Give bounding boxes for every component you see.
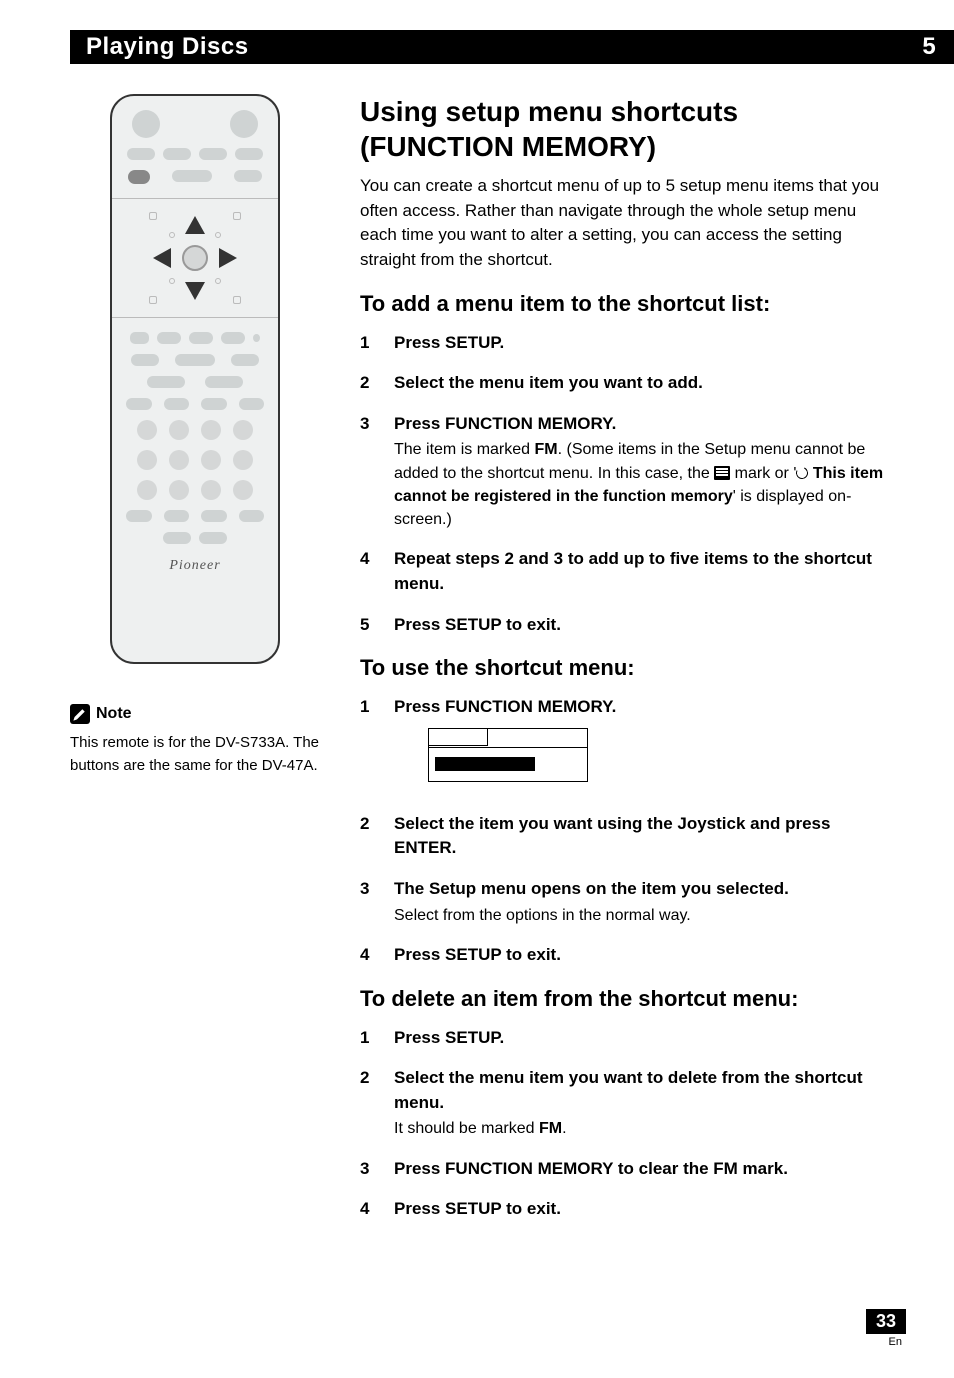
- chapter-title: Playing Discs: [70, 33, 874, 61]
- remote-button: [239, 398, 265, 410]
- remote-button: [169, 450, 189, 470]
- remote-button: [127, 148, 155, 160]
- remote-button: [131, 354, 159, 366]
- remote-button: [126, 398, 152, 410]
- arrow-down-icon: [185, 282, 205, 300]
- remote-button: [132, 110, 160, 138]
- steps-use: 1 Press FUNCTION MEMORY. 2 Select the it…: [360, 695, 884, 967]
- remote-button: [130, 332, 149, 344]
- remote-led: [253, 334, 260, 342]
- remote-button: [126, 510, 152, 522]
- remote-button: [164, 398, 190, 410]
- steps-delete: 1 Press SETUP. 2 Select the menu item yo…: [360, 1026, 884, 1222]
- remote-button: [169, 420, 189, 440]
- remote-button: [137, 420, 157, 440]
- pencil-icon: [70, 704, 90, 724]
- remote-button: [164, 510, 190, 522]
- note-block: Note This remote is for the DV-S733A. Th…: [70, 704, 320, 777]
- remote-button: [233, 480, 253, 500]
- subsection-title-use: To use the shortcut menu:: [360, 655, 884, 681]
- remote-button: [172, 170, 212, 182]
- remote-button: [201, 480, 221, 500]
- remote-button: [163, 148, 191, 160]
- remote-button: [201, 398, 227, 410]
- remote-button: [137, 480, 157, 500]
- remote-button: [201, 450, 221, 470]
- section-title: Using setup menu shortcuts (FUNCTION MEM…: [360, 94, 884, 164]
- section-intro: You can create a shortcut menu of up to …: [360, 174, 884, 273]
- remote-dpad: [112, 198, 278, 318]
- remote-button: [201, 510, 227, 522]
- remote-button: [199, 148, 227, 160]
- arrow-up-icon: [185, 216, 205, 234]
- remote-button: [169, 480, 189, 500]
- arrow-left-icon: [153, 248, 171, 268]
- prohibit-icon: [714, 466, 730, 480]
- page-language: En: [866, 1336, 906, 1348]
- remote-button: [128, 170, 150, 184]
- remote-button: [239, 510, 265, 522]
- remote-brand-logo: Pioneer: [126, 558, 264, 574]
- remote-button: [221, 332, 245, 344]
- remote-button: [189, 332, 213, 344]
- remote-button: [163, 532, 191, 544]
- remote-button: [199, 532, 227, 544]
- subsection-title-delete: To delete an item from the shortcut menu…: [360, 986, 884, 1012]
- remote-enter-button: [182, 245, 208, 271]
- arrow-right-icon: [219, 248, 237, 268]
- remote-button: [201, 420, 221, 440]
- remote-button: [235, 148, 263, 160]
- remote-button: [234, 170, 262, 182]
- chapter-number: 5: [904, 33, 954, 61]
- remote-button: [233, 450, 253, 470]
- circle-icon: [795, 466, 810, 481]
- remote-illustration: Pioneer: [110, 94, 280, 664]
- step-subtext: It should be marked FM.: [394, 1117, 884, 1140]
- note-text: This remote is for the DV-S733A. The but…: [70, 732, 320, 777]
- remote-button: [137, 450, 157, 470]
- page-footer: 33 En: [866, 1309, 906, 1348]
- page-number: 33: [866, 1309, 906, 1334]
- note-heading: Note: [96, 705, 132, 723]
- remote-button: [147, 376, 185, 388]
- remote-button: [233, 420, 253, 440]
- shortcut-menu-diagram: [428, 728, 588, 782]
- step-subtext: The item is marked FM. (Some items in th…: [394, 438, 884, 531]
- remote-button: [230, 110, 258, 138]
- subsection-title-add: To add a menu item to the shortcut list:: [360, 291, 884, 317]
- remote-button: [231, 354, 259, 366]
- chapter-header: Playing Discs 5: [70, 30, 954, 64]
- remote-button: [175, 354, 215, 366]
- remote-button: [205, 376, 243, 388]
- remote-button: [157, 332, 181, 344]
- steps-add: 1 Press SETUP. 2 Select the menu item yo…: [360, 331, 884, 638]
